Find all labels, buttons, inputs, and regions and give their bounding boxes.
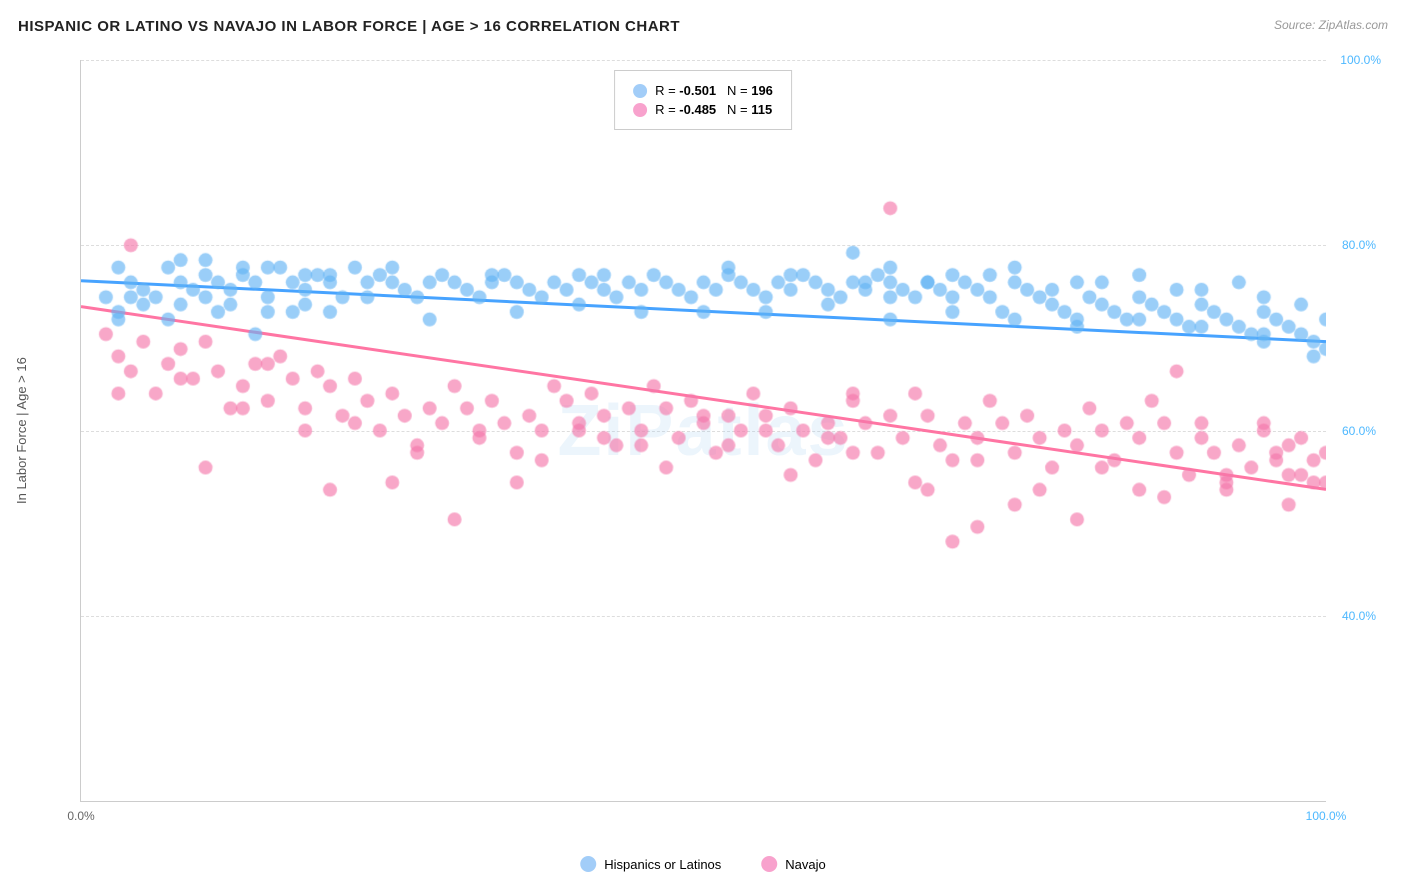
legend-dot-blue	[633, 84, 647, 98]
chart-container: HISPANIC OR LATINO VS NAVAJO IN LABOR FO…	[0, 0, 1406, 892]
y-tick-80: 80.0%	[1342, 238, 1376, 252]
x-label-100: 100.0%	[1306, 809, 1347, 823]
legend-label-blue: Hispanics or Latinos	[604, 857, 721, 872]
legend-dot-pink	[633, 103, 647, 117]
legend-row-blue: R = -0.501 N = 196	[633, 83, 773, 98]
scatter-canvas	[81, 60, 1326, 801]
legend-item-blue: Hispanics or Latinos	[580, 856, 721, 872]
legend-box: R = -0.501 N = 196 R = -0.485 N = 115	[614, 70, 792, 130]
legend-item-pink: Navajo	[761, 856, 825, 872]
legend-r-blue: R = -0.501 N = 196	[655, 83, 773, 98]
y-axis-label: In Labor Force | Age > 16	[14, 60, 29, 802]
y-tick-60: 60.0%	[1342, 424, 1376, 438]
y-tick-40: 40.0%	[1342, 609, 1376, 623]
legend-dot-blue-bottom	[580, 856, 596, 872]
legend-dot-pink-bottom	[761, 856, 777, 872]
legend-r-pink: R = -0.485 N = 115	[655, 102, 772, 117]
bottom-legend: Hispanics or Latinos Navajo	[580, 856, 826, 872]
source-text: Source: ZipAtlas.com	[1274, 18, 1388, 32]
x-label-0: 0.0%	[67, 809, 94, 823]
chart-title: HISPANIC OR LATINO VS NAVAJO IN LABOR FO…	[18, 18, 680, 35]
legend-row-pink: R = -0.485 N = 115	[633, 102, 773, 117]
legend-label-pink: Navajo	[785, 857, 825, 872]
chart-area: 100.0% 80.0% 60.0% 40.0% 0.0% 100.0% ZiP…	[80, 60, 1326, 802]
y-tick-100: 100.0%	[1340, 53, 1381, 67]
